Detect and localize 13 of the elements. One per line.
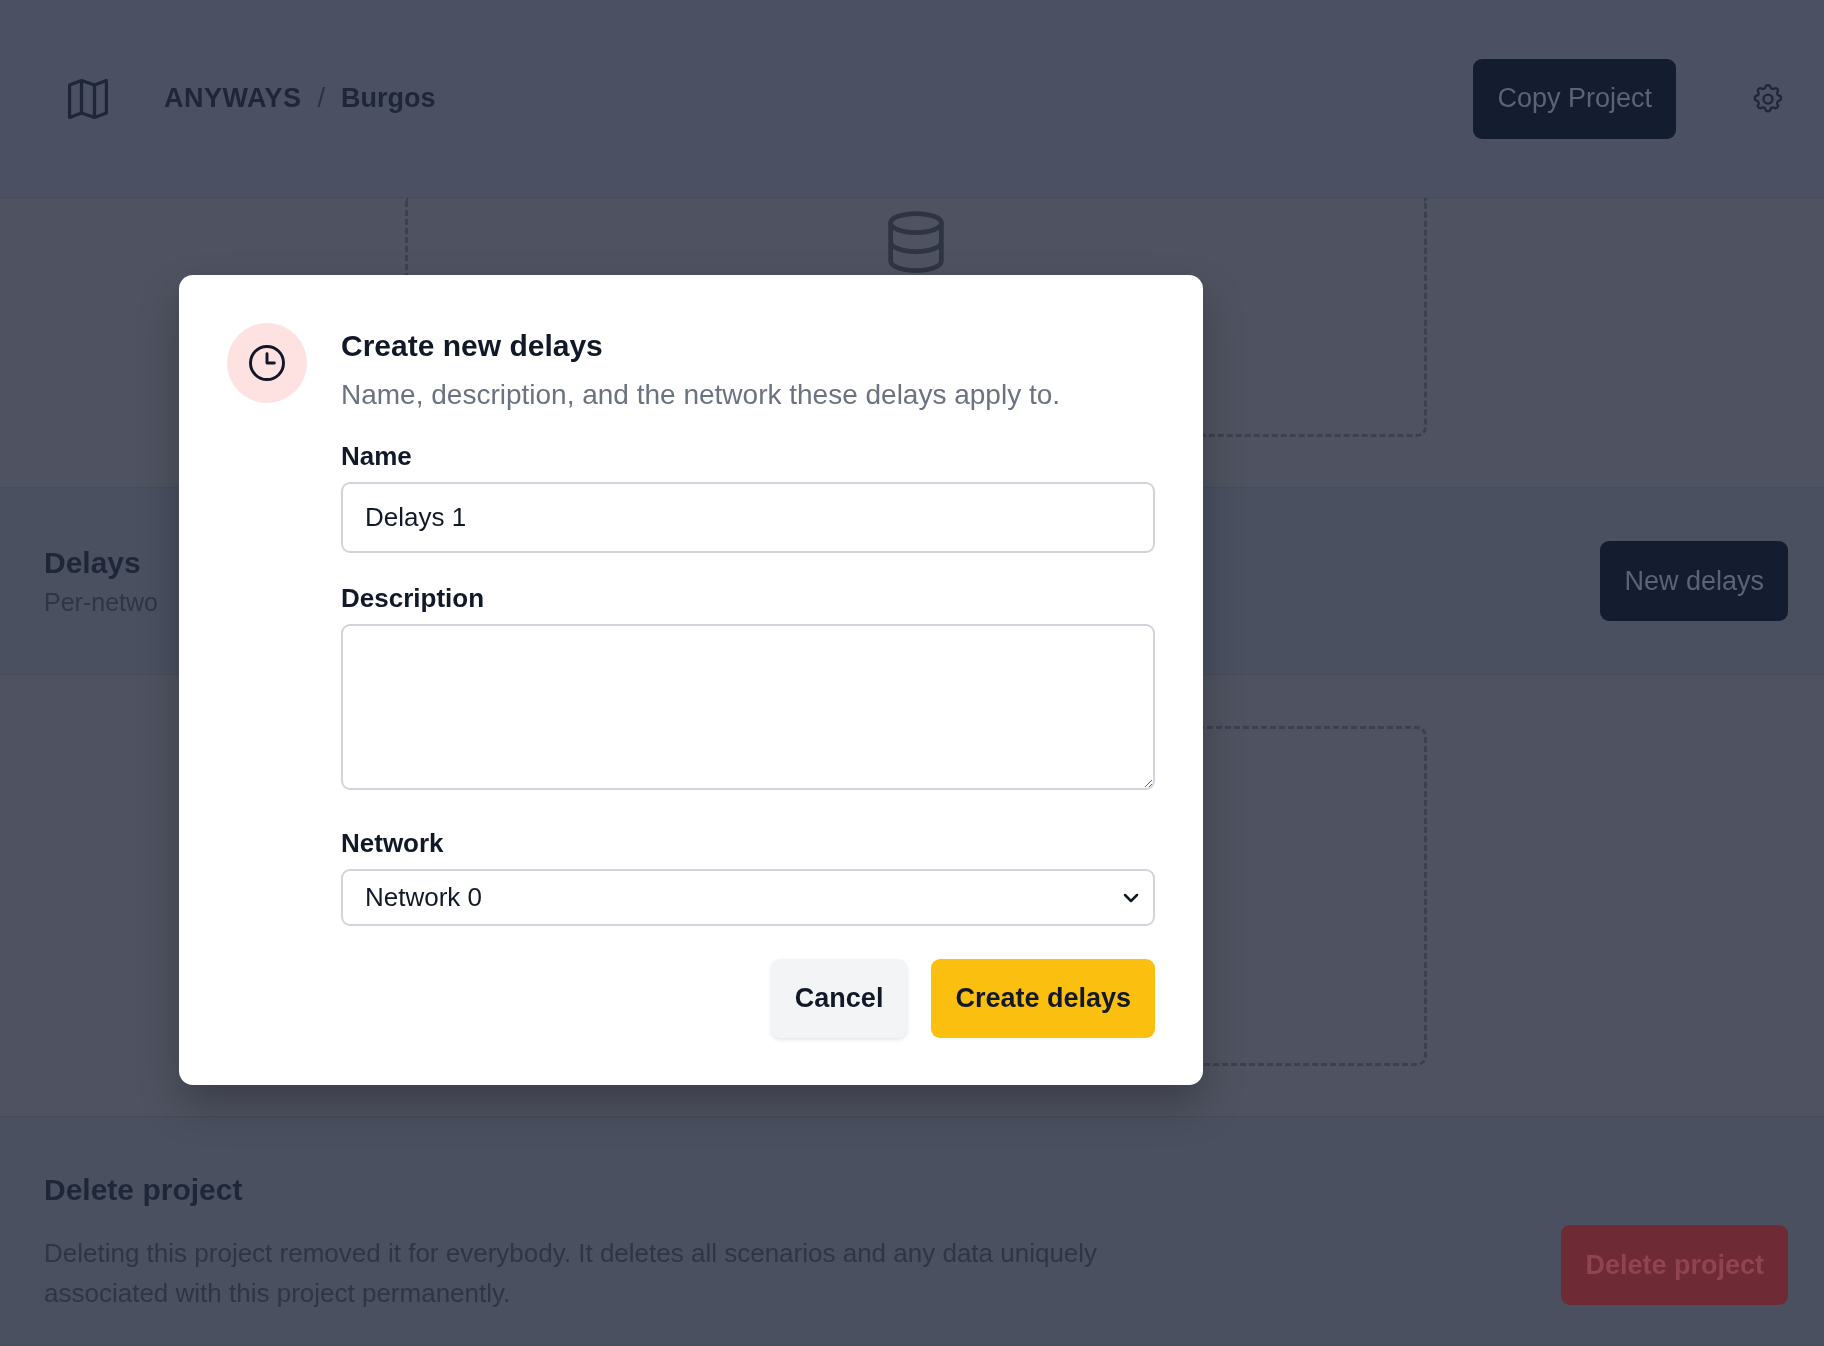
field-label: Name xyxy=(341,441,413,472)
copy-project-button[interactable]: Copy Project xyxy=(1473,58,1676,139)
create-delays-button[interactable]: Create delays xyxy=(931,959,1155,1038)
description-input[interactable] xyxy=(341,624,1155,790)
field-label: Network xyxy=(341,828,445,859)
new-delays-button[interactable]: New delays xyxy=(1600,541,1788,621)
breadcrumb-separator: / xyxy=(317,83,326,114)
network-select[interactable]: Network 0 xyxy=(341,869,1155,926)
cancel-button[interactable]: Cancel xyxy=(770,959,908,1038)
dialog-subtitle: Name, description, and the network these delays apply to. xyxy=(341,379,1062,411)
field-label: Description xyxy=(341,583,486,614)
dialog-title: Create new delays xyxy=(341,329,604,363)
name-input[interactable]: Delays 1 xyxy=(341,482,1155,553)
